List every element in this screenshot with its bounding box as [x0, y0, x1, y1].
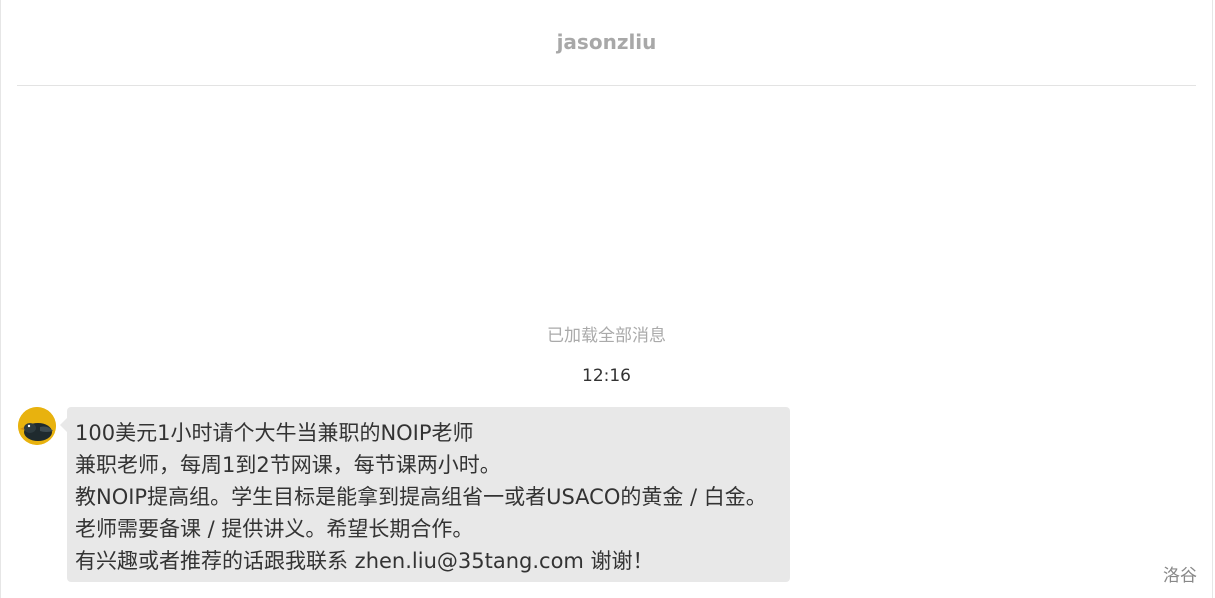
chat-header: jasonzliu: [17, 0, 1196, 86]
brand-label: 洛谷: [1163, 566, 1197, 586]
message-timestamp: 12:16: [582, 366, 631, 386]
chat-panel: jasonzliu 已加载全部消息 12:16 100美元1小时请个大牛当兼职的…: [0, 0, 1213, 598]
message-line: 老师需要备课 / 提供讲义。希望长期合作。: [75, 517, 474, 541]
message-line: 有兴趣或者推荐的话跟我联系 zhen.liu@35tang.com 谢谢！: [75, 549, 654, 573]
message-line: 兼职老师，每周1到2节网课，每节课两小时。: [75, 453, 501, 477]
message-bubble[interactable]: 100美元1小时请个大牛当兼职的NOIP老师 兼职老师，每周1到2节网课，每节课…: [60, 407, 790, 582]
chat-title: jasonzliu: [556, 29, 657, 54]
history-loaded-note: 已加载全部消息: [547, 326, 666, 346]
message-line: 100美元1小时请个大牛当兼职的NOIP老师: [75, 421, 474, 445]
message-line: 教NOIP提高组。学生目标是能拿到提高组省一或者USACO的黄金 / 白金。: [75, 485, 767, 509]
avatar[interactable]: [18, 407, 56, 445]
avatar-bird-icon: [18, 407, 56, 445]
